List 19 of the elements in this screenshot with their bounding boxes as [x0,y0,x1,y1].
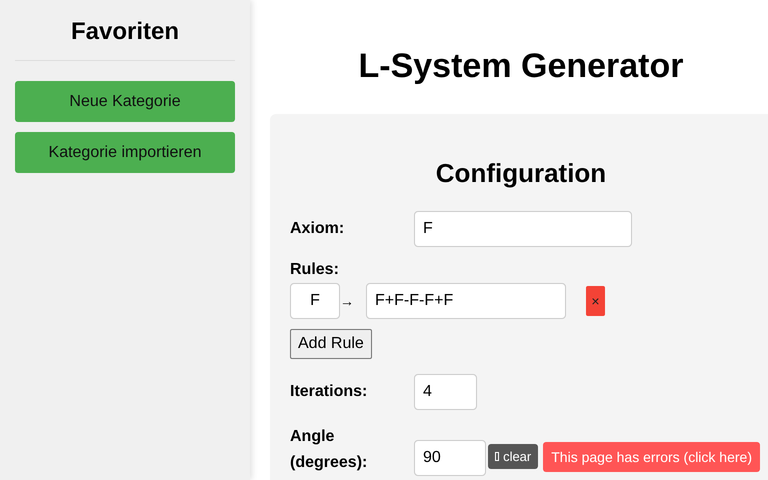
iterations-field[interactable]: 4 [414,374,477,410]
field-label: Rules: [290,261,339,279]
page-title: L-System Generator [358,47,684,85]
delete-rule-button[interactable]: × [586,286,605,316]
symbol-field[interactable]: F [290,283,340,319]
missing-glyph-icon [495,452,500,461]
field-label: Axiom: [290,219,346,239]
clear-button[interactable]: clear [488,444,538,469]
angle-field[interactable]: 90 [414,440,486,476]
category-button[interactable]: Neue Kategorie [15,81,235,122]
sidebar-title: Favoriten [70,18,180,46]
arrow-symbol: → [340,293,355,309]
field-label: Iterations: [290,382,368,402]
field-label: Angle (degrees): [290,427,368,473]
axiom-field[interactable]: F [414,211,632,247]
section-title: Configuration [436,158,606,188]
category-button[interactable]: Kategorie importieren [15,132,235,173]
add-rule-button[interactable]: Add Rule [290,329,372,359]
replacement-field[interactable]: F+F-F-F+F [366,283,566,319]
